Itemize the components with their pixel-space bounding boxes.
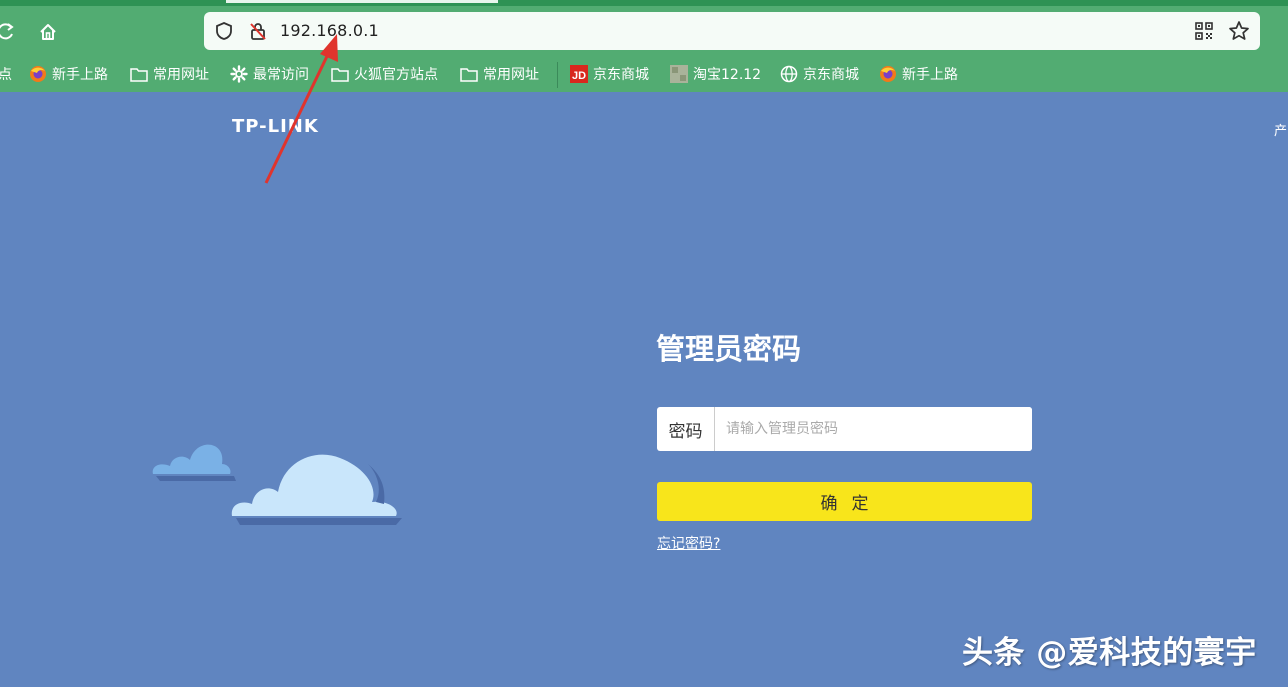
svg-text:JD: JD <box>572 70 586 82</box>
gear-icon <box>230 65 248 83</box>
password-input[interactable] <box>715 407 1032 451</box>
firefox-icon <box>29 65 47 83</box>
tp-link-logo: TP-LINK <box>232 116 319 137</box>
globe-icon <box>780 65 798 83</box>
qr-code-icon[interactable] <box>1194 21 1214 45</box>
bookmark-item[interactable]: 最常访问 <box>230 64 309 84</box>
folder-icon <box>331 65 349 83</box>
bookmarks-separator <box>557 62 558 88</box>
tab-strip <box>0 0 1288 6</box>
forgot-password-link[interactable]: 忘记密码? <box>657 533 720 553</box>
watermark: 头条 @爱科技的寰宇 <box>962 635 1257 671</box>
top-nav-link[interactable]: 产 <box>1274 120 1287 139</box>
clouds-illustration <box>140 430 410 534</box>
bookmark-star-icon[interactable] <box>1228 20 1250 46</box>
bookmarks-bar: 点 新手上路 常用网址 最常访问 火狐官方站点 常用网址 JD 京东商城 淘宝1 <box>0 60 1288 88</box>
password-field[interactable]: 密码 <box>657 407 1032 451</box>
bookmark-label: 常用网址 <box>153 67 209 83</box>
page-title: 管理员密码 <box>656 332 802 366</box>
bookmark-item[interactable]: 淘宝12.12 <box>670 64 761 84</box>
shield-icon[interactable] <box>214 21 234 45</box>
bookmark-item[interactable]: 新手上路 <box>29 64 108 84</box>
active-tab[interactable] <box>226 0 498 3</box>
firefox-icon <box>879 65 897 83</box>
bookmark-label: 常用网址 <box>483 67 539 83</box>
insecure-lock-icon[interactable] <box>248 21 268 45</box>
reload-icon[interactable] <box>0 20 18 44</box>
bookmark-label: 点 <box>0 67 12 83</box>
folder-icon <box>460 65 478 83</box>
bookmark-label: 淘宝12.12 <box>693 67 762 83</box>
folder-icon <box>130 65 148 83</box>
home-icon[interactable] <box>36 20 60 44</box>
browser-toolbar: 192.168.0.1 点 新手上路 常用网址 最常访问 火狐官方站点 常用网址… <box>0 0 1288 92</box>
annotation-arrow <box>264 34 338 184</box>
bookmark-label: 新手上路 <box>52 67 108 83</box>
address-bar[interactable]: 192.168.0.1 <box>204 12 1260 50</box>
bookmark-item[interactable]: 常用网址 <box>130 64 209 84</box>
bookmark-label: 火狐官方站点 <box>354 67 438 83</box>
bookmark-item[interactable]: 新手上路 <box>879 64 958 84</box>
bookmark-label: 京东商城 <box>803 67 859 83</box>
taobao-icon <box>670 65 688 83</box>
bookmark-item[interactable]: JD 京东商城 <box>570 64 649 84</box>
bookmark-item[interactable]: 火狐官方站点 <box>331 64 438 84</box>
bookmark-label: 新手上路 <box>902 67 958 83</box>
url-text[interactable]: 192.168.0.1 <box>280 21 379 40</box>
password-label: 密码 <box>657 407 715 451</box>
confirm-button[interactable]: 确定 <box>657 482 1032 521</box>
bookmark-label: 最常访问 <box>253 67 309 83</box>
bookmark-label: 京东商城 <box>593 67 649 83</box>
jd-icon: JD <box>570 65 588 83</box>
bookmark-item[interactable]: 点 <box>0 64 12 84</box>
bookmark-item[interactable]: 常用网址 <box>460 64 539 84</box>
bookmark-item[interactable]: 京东商城 <box>780 64 859 84</box>
